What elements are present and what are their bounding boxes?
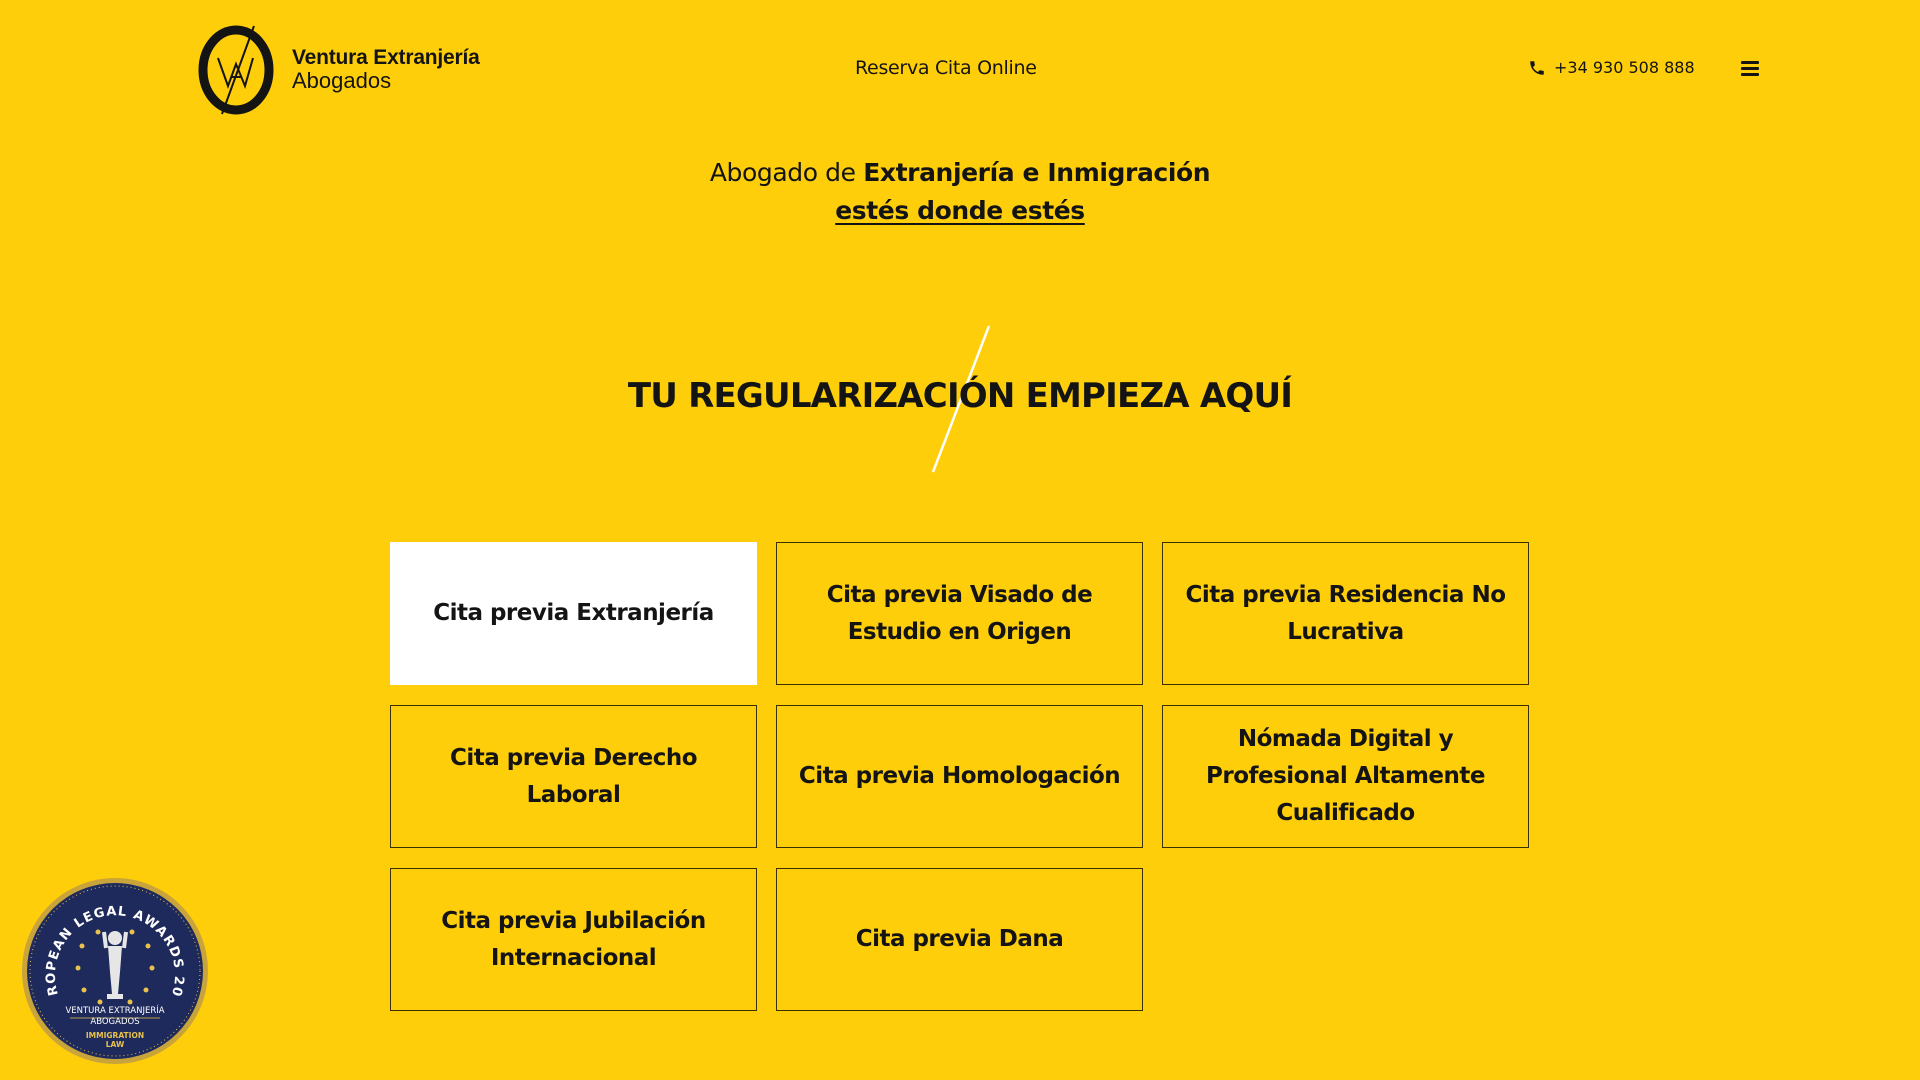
hamburger-menu-button[interactable] <box>1738 60 1762 80</box>
appointment-card-label: Nómada Digital y Profesional Altamente C… <box>1206 726 1486 826</box>
appointment-card-label: Cita previa Jubilación Internacional <box>441 907 706 971</box>
appointment-card[interactable]: Cita previa Homologación <box>776 705 1143 848</box>
booking-nav-link[interactable]: Reserva Cita Online <box>855 57 1037 79</box>
appointment-card-label: Cita previa Dana <box>855 926 1064 952</box>
appointment-card[interactable]: Cita previa Derecho Laboral <box>390 705 757 848</box>
tagline-first-line: Abogado de Extranjería e Inmigración <box>0 154 1920 192</box>
site-header: Ventura Extranjería Abogados Reserva Cit… <box>0 0 1920 140</box>
hamburger-menu-icon <box>1741 61 1759 64</box>
hero-tagline: Abogado de Extranjería e Inmigración est… <box>0 154 1920 230</box>
brand-name-line2: Abogados <box>292 68 392 94</box>
badge-line1: VENTURA EXTRANJERÍA <box>65 1004 164 1016</box>
appointment-card[interactable]: Cita previa Visado de Estudio en Origen <box>776 542 1143 685</box>
phone-link[interactable]: +34 930 508 888 <box>1528 58 1695 77</box>
tagline-bold-text: Extranjería e Inmigración <box>863 158 1211 187</box>
badge-line4: LAW <box>106 1040 125 1049</box>
tagline-prefix: Abogado de <box>709 158 864 187</box>
appointment-card-label: Cita previa Homologación <box>798 763 1121 789</box>
hamburger-menu-icon-bar <box>1741 67 1759 70</box>
appointment-options-grid: Cita previa Extranjería Cita previa Visad… <box>390 542 1530 1011</box>
european-legal-awards-badge: EUROPEAN LEGAL AWARDS 2024 VENTURA EXTRA… <box>20 876 208 1064</box>
appointment-card[interactable]: Cita previa Residencia No Lucrativa <box>1162 542 1529 685</box>
appointment-card[interactable]: Cita previa Jubilación Internacional <box>390 868 757 1011</box>
appointment-card[interactable]: Nómada Digital y Profesional Altamente C… <box>1162 705 1529 848</box>
brand-name: Ventura Extranjería Abogados <box>292 46 480 94</box>
appointment-card-label: Cita previa Extranjería <box>433 600 714 626</box>
section-title: TU REGULARIZACIÓN EMPIEZA AQUÍ <box>627 376 1293 416</box>
appointment-card-label: Cita previa Residencia No Lucrativa <box>1185 581 1506 645</box>
brand-name-line1: Ventura Extranjería <box>292 46 480 70</box>
appointment-card-label: Cita previa Visado de Estudio en Origen <box>826 581 1093 645</box>
brand-logo-link[interactable]: Ventura Extranjería Abogados <box>196 24 480 116</box>
hamburger-menu-icon-bar <box>1741 73 1759 76</box>
phone-number: +34 930 508 888 <box>1554 58 1695 77</box>
tagline-link[interactable]: estés donde estés <box>835 196 1085 225</box>
badge-line3: IMMIGRATION <box>86 1031 144 1040</box>
appointment-card-label: Cita previa Derecho Laboral <box>449 744 698 808</box>
appointment-card[interactable]: Cita previa Dana <box>776 868 1143 1011</box>
appointment-card[interactable]: Cita previa Extranjería <box>390 542 757 685</box>
va-monogram-logo <box>198 25 274 115</box>
tagline-second-line: estés donde estés <box>0 192 1920 230</box>
badge-line2: ABOGADOS <box>90 1017 139 1027</box>
phone-icon <box>1530 60 1544 75</box>
